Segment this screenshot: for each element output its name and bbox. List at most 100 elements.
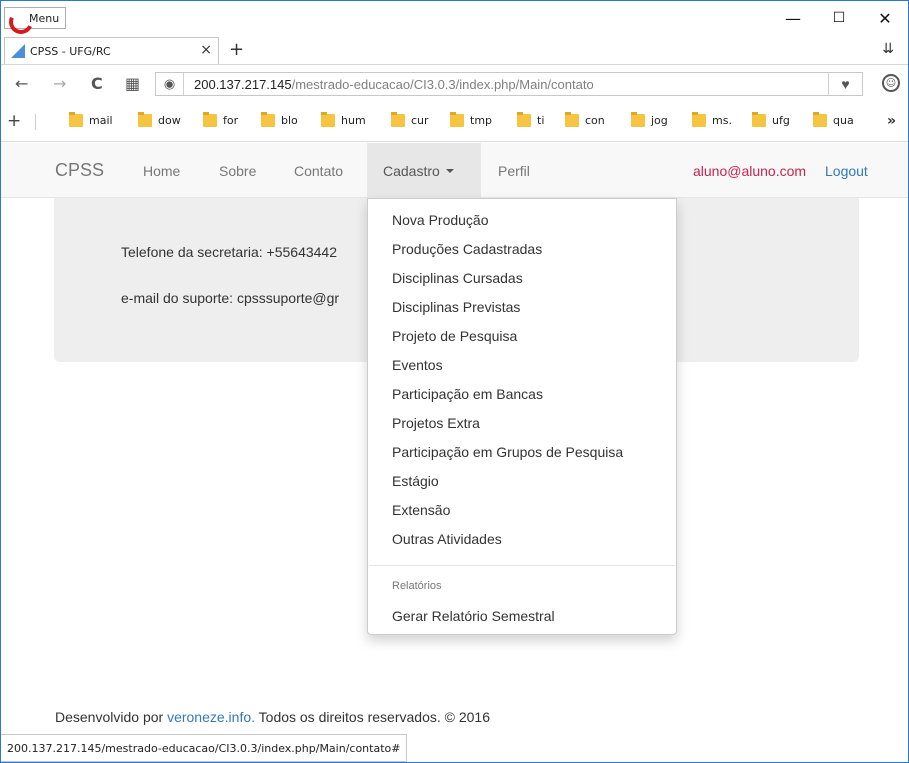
bookmark-heart-icon[interactable]: ♥	[828, 73, 862, 95]
footer-link[interactable]: veroneze.info.	[167, 709, 255, 725]
browser-window: Menu — ☐ ✕ CPSS - UFG/RC × + ⇊ ← → C ▦ ◉…	[0, 0, 909, 763]
minimize-icon[interactable]: —	[770, 1, 816, 35]
folder-icon	[692, 112, 706, 127]
speed-dial-icon[interactable]: ▦	[125, 74, 140, 93]
bookmark-label: jog	[651, 114, 668, 127]
folder-icon	[450, 112, 464, 127]
menu-item-nova-producao[interactable]: Nova Produção	[392, 212, 489, 228]
tab-menu-icon[interactable]: ⇊	[882, 41, 894, 57]
folder-icon	[69, 112, 83, 127]
tab-title: CPSS - UFG/RC	[30, 44, 111, 58]
bookmark-label: con	[585, 114, 605, 127]
bookmark-folder[interactable]: mail	[69, 112, 113, 127]
bookmark-label: ti	[537, 114, 545, 127]
site-navbar: CPSS Home Sobre Contato Cadastro Perfil …	[1, 143, 908, 198]
bookmark-label: tmp	[470, 114, 493, 127]
folder-icon	[517, 112, 531, 127]
menu-item-participacao-em-bancas[interactable]: Participação em Bancas	[392, 386, 543, 402]
bookmark-label: for	[223, 114, 239, 127]
close-icon[interactable]: ✕	[862, 1, 908, 35]
folder-icon	[813, 112, 827, 127]
folder-icon	[203, 112, 217, 127]
opera-logo-icon	[9, 10, 25, 26]
menu-item-extensao[interactable]: Extensão	[392, 502, 450, 518]
secretary-phone: Telefone da secretaria: +55643442	[121, 244, 337, 260]
bookmark-folder[interactable]: qua	[813, 112, 854, 127]
bookmark-folder[interactable]: cur	[391, 112, 429, 127]
folder-icon	[138, 112, 152, 127]
back-icon[interactable]: ←	[15, 74, 28, 93]
bookmark-folder[interactable]: hum	[321, 112, 366, 127]
folder-icon	[752, 112, 766, 127]
menu-divider	[369, 565, 675, 566]
bookmarks-separator	[35, 114, 36, 130]
menu-header-relatorios: Relatórios	[392, 580, 442, 592]
nav-perfil[interactable]: Perfil	[498, 163, 530, 179]
caret-down-icon	[445, 168, 454, 173]
logout-link[interactable]: Logout	[825, 163, 868, 179]
nav-cadastro-dropdown[interactable]: Cadastro	[367, 143, 481, 198]
bookmark-label: ufg	[772, 114, 790, 127]
tab-close-icon[interactable]: ×	[200, 42, 212, 58]
reload-icon[interactable]: C	[91, 74, 103, 93]
url-text: 200.137.217.145/mestrado-educacao/CI3.0.…	[184, 77, 594, 92]
bookmark-folder[interactable]: con	[565, 112, 605, 127]
add-bookmark-icon[interactable]: +	[7, 111, 21, 131]
page-footer: Desenvolvido por veroneze.info. Todos os…	[55, 709, 490, 725]
folder-icon	[261, 112, 275, 127]
menu-item-outras-atividades[interactable]: Outras Atividades	[392, 531, 502, 547]
url-host: 200.137.217.145	[194, 76, 292, 92]
bookmark-folder[interactable]: tmp	[450, 112, 493, 127]
user-email: aluno@aluno.com	[693, 163, 807, 179]
brand-link[interactable]: CPSS	[55, 160, 104, 181]
nav-home[interactable]: Home	[143, 163, 180, 179]
url-field[interactable]: ◉ 200.137.217.145/mestrado-educacao/CI3.…	[155, 72, 863, 96]
menu-item-estagio[interactable]: Estágio	[392, 473, 439, 489]
folder-icon	[321, 112, 335, 127]
nav-contato[interactable]: Contato	[294, 163, 343, 179]
menu-item-projetos-extra[interactable]: Projetos Extra	[392, 415, 480, 431]
support-email: e-mail do suporte: cpsssuporte@gr	[121, 290, 340, 306]
menu-item-producoes-cadastradas[interactable]: Produções Cadastradas	[392, 241, 542, 257]
favicon-icon	[11, 44, 25, 58]
site-info-icon[interactable]: ◉	[156, 73, 184, 95]
profile-icon[interactable]: ☺	[882, 74, 900, 92]
bookmarks-more-icon[interactable]: »	[887, 113, 896, 129]
bookmark-label: ms.	[712, 114, 732, 127]
folder-icon	[565, 112, 579, 127]
menu-item-projeto-de-pesquisa[interactable]: Projeto de Pesquisa	[392, 328, 517, 344]
opera-menu-button[interactable]: Menu	[4, 7, 67, 29]
folder-icon	[391, 112, 405, 127]
tab-strip: CPSS - UFG/RC × + ⇊	[1, 35, 908, 64]
cadastro-dropdown-menu: Nova Produção Produções Cadastradas Disc…	[367, 198, 677, 635]
menu-label: Menu	[29, 11, 60, 25]
menu-item-disciplinas-cursadas[interactable]: Disciplinas Cursadas	[392, 270, 523, 286]
bookmark-folder[interactable]: for	[203, 112, 239, 127]
bookmark-label: dow	[158, 114, 181, 127]
bookmark-folder[interactable]: ms.	[692, 112, 732, 127]
address-bar: ← → C ▦ ◉ 200.137.217.145/mestrado-educa…	[1, 64, 908, 102]
bookmarks-bar: + mail dow for blo hum cur tmp ti con jo…	[1, 102, 908, 142]
bookmark-folder[interactable]: ti	[517, 112, 545, 127]
bookmark-label: cur	[411, 114, 429, 127]
url-path: /mestrado-educacao/CI3.0.3/index.php/Mai…	[291, 76, 594, 92]
menu-item-eventos[interactable]: Eventos	[392, 357, 443, 373]
bookmark-label: blo	[281, 114, 298, 127]
status-bar: 200.137.217.145/mestrado-educacao/CI3.0.…	[1, 734, 408, 762]
menu-item-disciplinas-previstas[interactable]: Disciplinas Previstas	[392, 299, 520, 315]
bookmark-label: hum	[341, 114, 366, 127]
title-bar: Menu — ☐ ✕	[1, 1, 908, 35]
bookmark-folder[interactable]: blo	[261, 112, 298, 127]
new-tab-button[interactable]: +	[229, 39, 244, 60]
forward-icon[interactable]: →	[53, 74, 66, 93]
menu-item-gerar-relatorio[interactable]: Gerar Relatório Semestral	[392, 608, 555, 624]
footer-prefix: Desenvolvido por	[55, 709, 168, 725]
menu-item-participacao-grupos-pesquisa[interactable]: Participação em Grupos de Pesquisa	[392, 444, 623, 460]
nav-sobre[interactable]: Sobre	[219, 163, 256, 179]
bookmark-folder[interactable]: jog	[631, 112, 668, 127]
browser-tab[interactable]: CPSS - UFG/RC ×	[4, 37, 219, 64]
window-controls: — ☐ ✕	[770, 1, 908, 35]
bookmark-folder[interactable]: dow	[138, 112, 181, 127]
maximize-icon[interactable]: ☐	[816, 1, 862, 35]
bookmark-folder[interactable]: ufg	[752, 112, 790, 127]
